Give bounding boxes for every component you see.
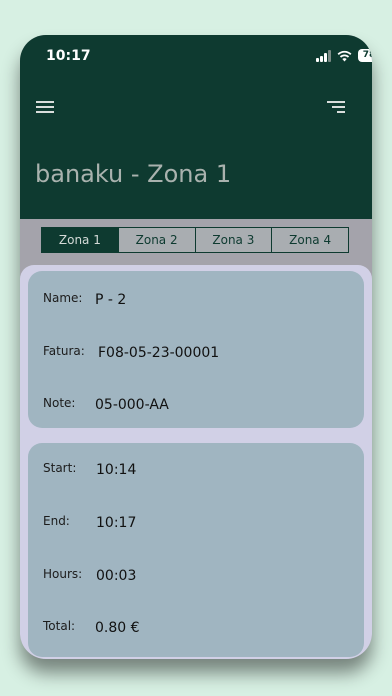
tab-zona-4[interactable]: Zona 4 bbox=[271, 228, 348, 252]
hamburger-menu-icon[interactable] bbox=[36, 99, 56, 115]
cellular-signal-icon bbox=[316, 50, 332, 62]
tab-zona-1[interactable]: Zona 1 bbox=[42, 228, 118, 252]
timing-card: Start: 10:14 End: 10:17 Hours: 00:03 Tot… bbox=[28, 443, 364, 657]
name-label: Name: bbox=[43, 291, 83, 305]
fatura-label: Fatura: bbox=[43, 344, 85, 358]
hours-value: 00:03 bbox=[96, 568, 137, 584]
start-label: Start: bbox=[43, 461, 77, 475]
start-row: Start: 10:14 bbox=[43, 461, 353, 483]
app-header: 10:17 78 banaku - Zona 1 bbox=[20, 35, 372, 219]
name-value: P - 2 bbox=[95, 292, 127, 308]
end-label: End: bbox=[43, 514, 70, 528]
total-label: Total: bbox=[43, 619, 76, 633]
end-row: End: 10:17 bbox=[43, 514, 353, 536]
battery-icon: 78 bbox=[358, 49, 372, 62]
phone-screen: 10:17 78 banaku - Zona 1 bbox=[20, 35, 372, 659]
status-time: 10:17 bbox=[46, 48, 91, 64]
wifi-icon bbox=[337, 50, 352, 62]
note-row: Note: 05-000-AA bbox=[43, 396, 353, 418]
page-title: banaku - Zona 1 bbox=[35, 160, 232, 188]
fatura-row: Fatura: F08-05-23-00001 bbox=[43, 344, 353, 366]
note-value: 05-000-AA bbox=[95, 397, 169, 413]
zone-tabs: Zona 1 Zona 2 Zona 3 Zona 4 bbox=[41, 227, 349, 253]
total-row: Total: 0.80 € bbox=[43, 619, 353, 641]
hours-label: Hours: bbox=[43, 567, 83, 581]
sort-filter-icon[interactable] bbox=[325, 99, 345, 115]
tab-zona-3[interactable]: Zona 3 bbox=[194, 228, 272, 252]
details-sheet: Name: P - 2 Fatura: F08-05-23-00001 Note… bbox=[20, 265, 372, 659]
name-row: Name: P - 2 bbox=[43, 291, 353, 313]
hours-row: Hours: 00:03 bbox=[43, 567, 353, 589]
start-value: 10:14 bbox=[96, 462, 137, 478]
fatura-value: F08-05-23-00001 bbox=[98, 345, 220, 361]
end-value: 10:17 bbox=[96, 515, 137, 531]
details-card: Name: P - 2 Fatura: F08-05-23-00001 Note… bbox=[28, 271, 364, 428]
tab-zona-2[interactable]: Zona 2 bbox=[117, 228, 195, 252]
total-value: 0.80 € bbox=[95, 620, 140, 636]
note-label: Note: bbox=[43, 396, 76, 410]
